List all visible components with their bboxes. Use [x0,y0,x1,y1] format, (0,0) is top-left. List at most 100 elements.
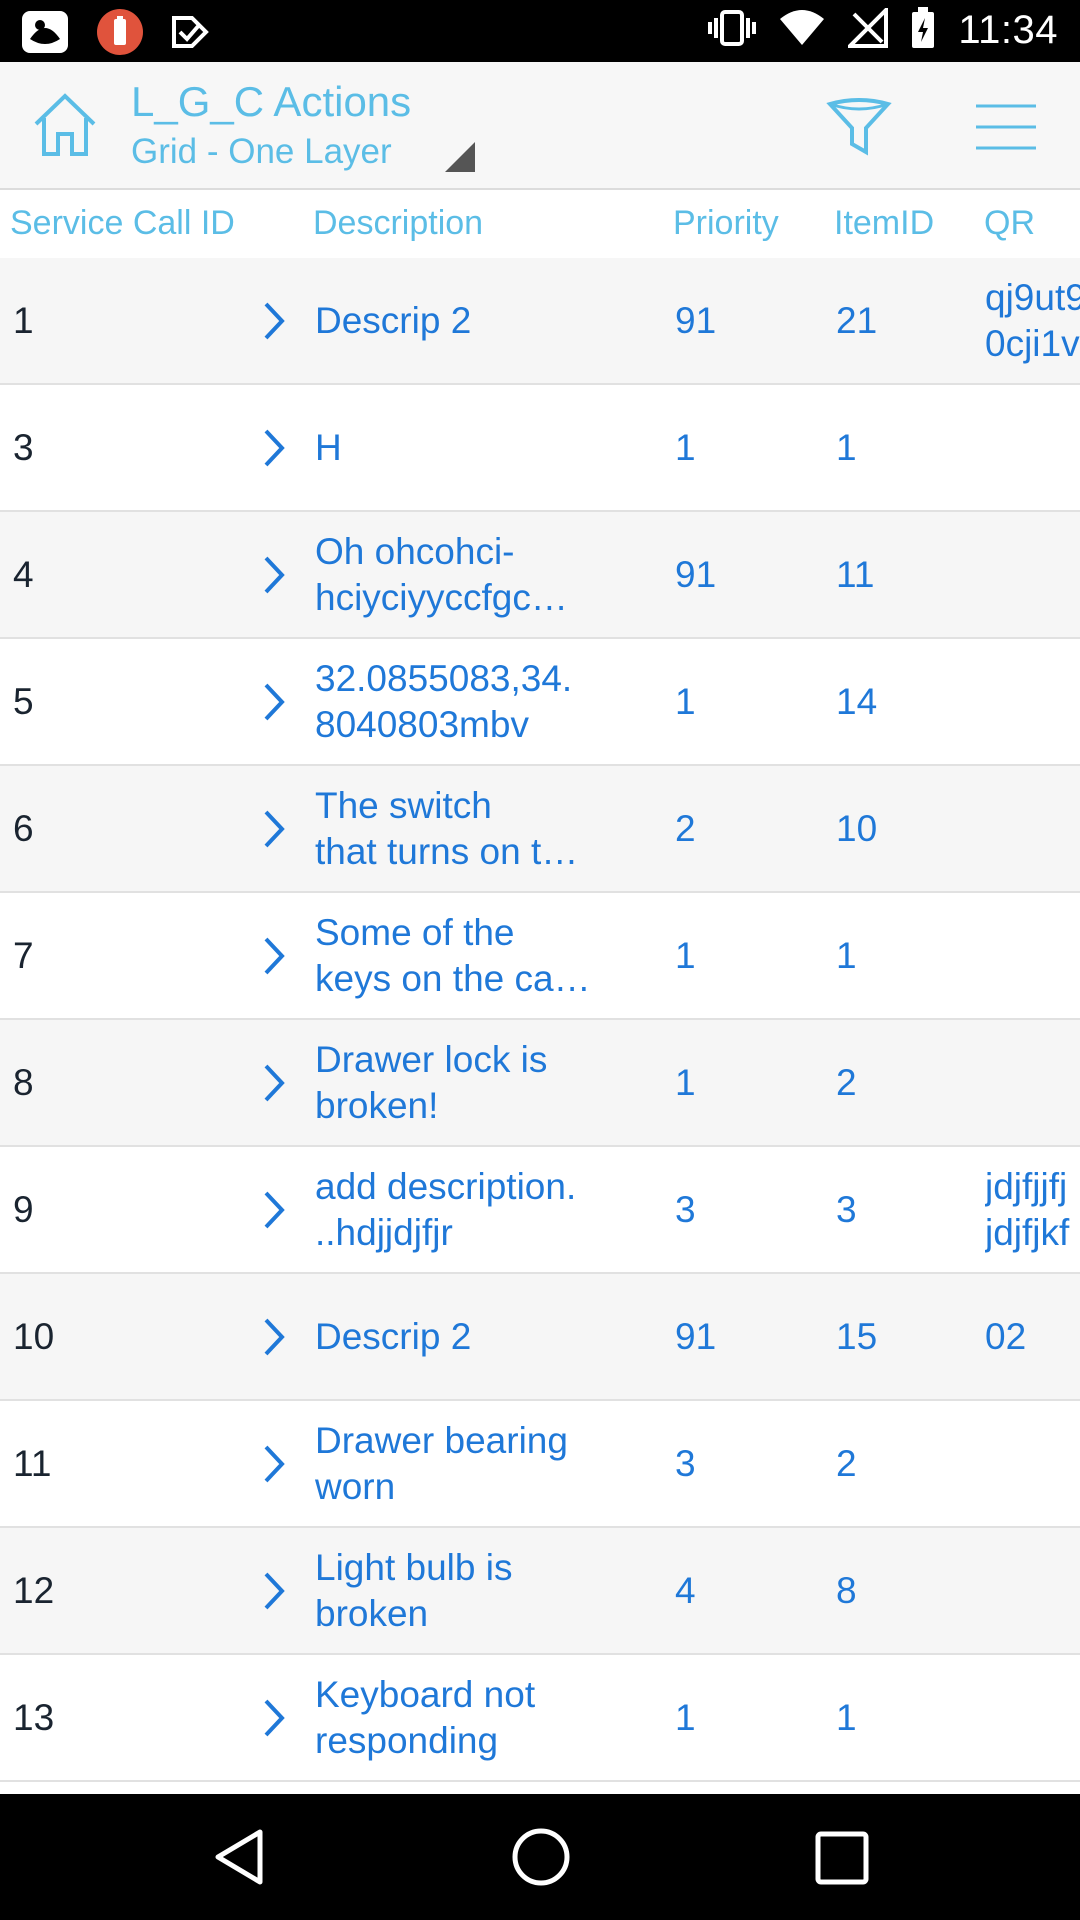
filter-icon[interactable] [826,98,892,158]
table-row[interactable]: 4 Oh ohcohci-hciyciyyccfgc… 91 11 [0,512,1080,639]
column-header-priority[interactable]: Priority [673,204,779,243]
chevron-right-icon[interactable] [260,1568,290,1614]
description-cell[interactable]: Descrip 2 [315,1314,603,1360]
itemid-cell: 10 [836,808,878,849]
table-row[interactable]: 11 Drawer bearing worn 3 2 [0,1401,1080,1528]
itemid-cell: 14 [836,681,878,722]
description-line-1: The switch [315,785,492,826]
priority-cell: 91 [675,300,717,341]
description-cell[interactable]: Some of the keys on the ca… [315,910,603,1002]
column-header-itemid[interactable]: ItemID [834,204,934,243]
description-cell[interactable]: 32.0855083,34. 8040803mbv [315,656,603,748]
qr-cell: qj9ut9 0cji1v [985,275,1080,367]
description-line-2: worn [315,1466,396,1507]
qr-line-1: 02 [985,1316,1027,1357]
description-line-1: H [315,427,342,468]
description-line-1: Some of the [315,912,515,953]
description-cell[interactable]: Descrip 2 [315,298,603,344]
priority-cell: 1 [675,427,696,468]
chevron-right-icon[interactable] [260,1441,290,1487]
description-cell[interactable]: Drawer lock is broken! [315,1037,603,1129]
description-line-2: 8040803mbv [315,704,529,745]
description-line-2: responding [315,1720,499,1761]
table-row[interactable]: 9 add description. ..hdjjdjfjr 3 3 jdjfjjfj jd… [0,1147,1080,1274]
description-cell[interactable]: Drawer bearing worn [315,1418,603,1510]
status-bar: 11:34 [0,0,1080,62]
priority-cell: 91 [675,1316,717,1357]
column-header-qr[interactable]: QR [984,204,1035,243]
clock: 11:34 [958,8,1058,52]
chevron-right-icon[interactable] [260,552,290,598]
column-header-description[interactable]: Description [313,204,483,243]
description-line-1: Light bulb is [315,1547,513,1588]
service-call-id: 7 [13,935,34,976]
chevron-right-icon[interactable] [260,806,290,852]
hamburger-menu-icon[interactable] [974,102,1038,152]
table-row[interactable]: 3 H 1 1 [0,385,1080,512]
table-row[interactable]: 6 The switch that turns on t… 2 10 [0,766,1080,893]
description-line-1: Keyboard not [315,1674,536,1715]
home-icon[interactable] [30,90,100,160]
priority-cell: 3 [675,1189,696,1230]
itemid-cell: 11 [836,554,875,595]
service-call-id: 3 [13,427,34,468]
chevron-right-icon[interactable] [260,1187,290,1233]
chevron-right-icon[interactable] [260,298,290,344]
description-line-1: Oh ohcohci- [315,531,515,572]
chevron-right-icon[interactable] [260,1695,290,1741]
priority-cell: 1 [675,1062,696,1103]
description-cell[interactable]: H [315,425,603,471]
chevron-right-icon[interactable] [260,1060,290,1106]
service-call-id: 6 [13,808,34,849]
chevron-right-icon[interactable] [260,1314,290,1360]
recents-icon[interactable] [814,1830,870,1886]
priority-cell: 3 [675,1443,696,1484]
chevron-right-icon[interactable] [260,933,290,979]
column-header-id[interactable]: Service Call ID [10,204,235,243]
qr-line-2: jdjfjkf [985,1212,1070,1253]
chevron-right-icon[interactable] [260,425,290,471]
back-icon[interactable] [210,1826,272,1888]
description-cell[interactable]: Keyboard not responding [315,1672,603,1764]
qr-line-2: 0cji1v [985,323,1080,364]
description-cell[interactable]: Light bulb is broken [315,1545,603,1637]
priority-cell: 1 [675,935,696,976]
home-circle-icon[interactable] [510,1826,572,1888]
table-row[interactable]: 8 Drawer lock is broken! 1 2 [0,1020,1080,1147]
table-row[interactable]: 12 Light bulb is broken 4 8 [0,1528,1080,1655]
qr-line-1: jdjfjjfj [985,1166,1068,1207]
itemid-cell: 3 [836,1189,857,1230]
battery-charging-icon [910,6,936,55]
service-call-id: 4 [13,554,34,595]
table-row[interactable]: 13 Keyboard not responding 1 1 [0,1655,1080,1782]
description-line-2: hciyciyyccfgc… [315,577,568,618]
description-line-1: Drawer lock is [315,1039,548,1080]
service-call-id: 12 [13,1570,55,1611]
grid-header: Service Call ID Description Priority Ite… [0,190,1080,262]
description-line-2: that turns on t… [315,831,579,872]
table-row[interactable]: 5 32.0855083,34. 8040803mbv 1 14 [0,639,1080,766]
dropdown-triangle-icon[interactable] [443,140,477,174]
battery-alert-icon [96,8,144,61]
chevron-right-icon[interactable] [260,679,290,725]
service-call-id: 1 [13,300,34,341]
itemid-cell: 1 [836,1697,857,1738]
description-line-2: keys on the ca… [315,958,591,999]
qr-line-1: qj9ut9 [985,277,1080,318]
description-line-1: add description. [315,1166,577,1207]
description-line-2: broken [315,1593,429,1634]
description-cell[interactable]: The switch that turns on t… [315,783,603,875]
description-line-2: broken! [315,1085,439,1126]
no-signal-icon [845,5,889,53]
page-title: L_G_C Actions [131,78,412,125]
table-row[interactable]: 1 Descrip 2 91 21 qj9ut9 0cji1v [0,258,1080,385]
description-cell[interactable]: Oh ohcohci-hciyciyyccfgc… [315,529,603,621]
description-cell[interactable]: add description. ..hdjjdjfjr [315,1164,603,1256]
description-line-1: 32.0855083,34. [315,658,573,699]
table-row[interactable]: 7 Some of the keys on the ca… 1 1 [0,893,1080,1020]
app-notification-icon [20,9,70,60]
table-row[interactable]: 10 Descrip 2 91 15 02 [0,1274,1080,1401]
view-selector-label[interactable]: Grid - One Layer [131,132,392,172]
itemid-cell: 15 [836,1316,878,1357]
itemid-cell: 1 [836,427,857,468]
